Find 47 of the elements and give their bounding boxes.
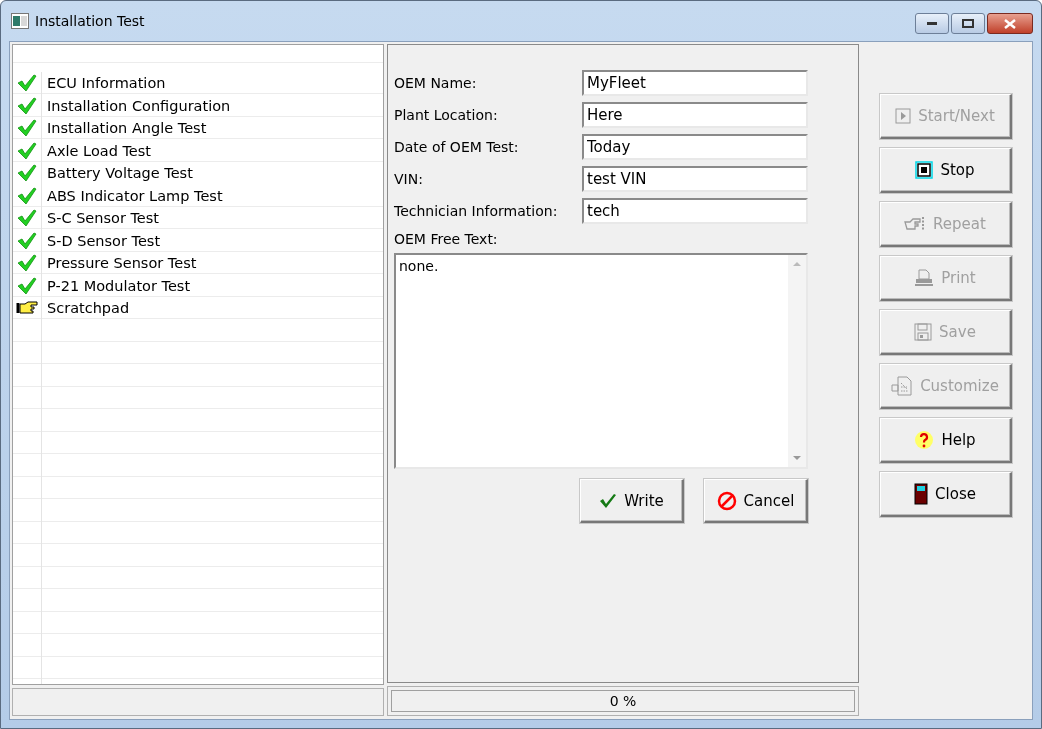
door-icon [914, 483, 929, 505]
test-item[interactable]: Scratchpad [41, 300, 130, 317]
stop-button[interactable]: Stop [879, 148, 1012, 193]
pointing-hand-icon [904, 216, 927, 232]
maximize-icon [962, 19, 974, 28]
input-field[interactable]: Today [582, 134, 808, 160]
window-title: Installation Test [35, 13, 146, 29]
help-button[interactable]: Help [879, 418, 1012, 463]
check-icon [599, 492, 618, 509]
write-button[interactable]: Write [580, 479, 684, 523]
percent-text: 0 % [609, 693, 637, 709]
test-item[interactable]: Axle Load Test [41, 142, 151, 159]
maximize-button[interactable] [951, 13, 985, 34]
minimize-button[interactable] [915, 13, 949, 34]
input-field[interactable]: MyFleet [582, 70, 808, 96]
input-field[interactable]: test VIN [582, 166, 808, 192]
close-button[interactable] [987, 13, 1033, 34]
cancel-button[interactable]: Cancel [704, 479, 808, 523]
close-icon [1004, 18, 1016, 29]
close-button[interactable]: Close [879, 472, 1012, 517]
scroll-down-arrow-icon[interactable] [793, 456, 801, 461]
field-label: Technician Information: [394, 203, 559, 219]
field-label: VIN: [394, 171, 424, 187]
printer-icon [914, 269, 935, 287]
field-label: OEM Name: [394, 75, 478, 91]
scrollbar[interactable] [788, 255, 806, 467]
test-item[interactable]: Battery Voltage Test [41, 165, 193, 182]
question-mark-icon [914, 430, 935, 450]
prohibited-icon [716, 490, 737, 511]
test-item[interactable]: Installation Configuration [41, 97, 231, 114]
stop-icon [915, 161, 934, 179]
document-edit-icon [891, 376, 914, 396]
test-item[interactable]: ABS Indicator Lamp Test [41, 187, 223, 204]
field-label: Plant Location: [394, 107, 499, 123]
field-label: Date of OEM Test: [394, 139, 520, 155]
field-label: OEM Free Text: [394, 231, 499, 247]
play-icon [895, 108, 912, 124]
app-window-icon [11, 13, 29, 29]
input-field[interactable]: Here [582, 102, 808, 128]
test-item[interactable]: S-D Sensor Test [41, 232, 161, 249]
minimize-icon [927, 21, 937, 26]
test-item[interactable]: Pressure Sensor Test [41, 255, 197, 272]
test-item[interactable]: P-21 Modulator Test [41, 277, 191, 294]
input-field[interactable]: tech [582, 198, 808, 224]
test-item[interactable]: Installation Angle Test [41, 120, 207, 137]
test-item[interactable]: S-C Sensor Test [41, 210, 160, 227]
test-item[interactable]: ECU Information [41, 75, 166, 92]
